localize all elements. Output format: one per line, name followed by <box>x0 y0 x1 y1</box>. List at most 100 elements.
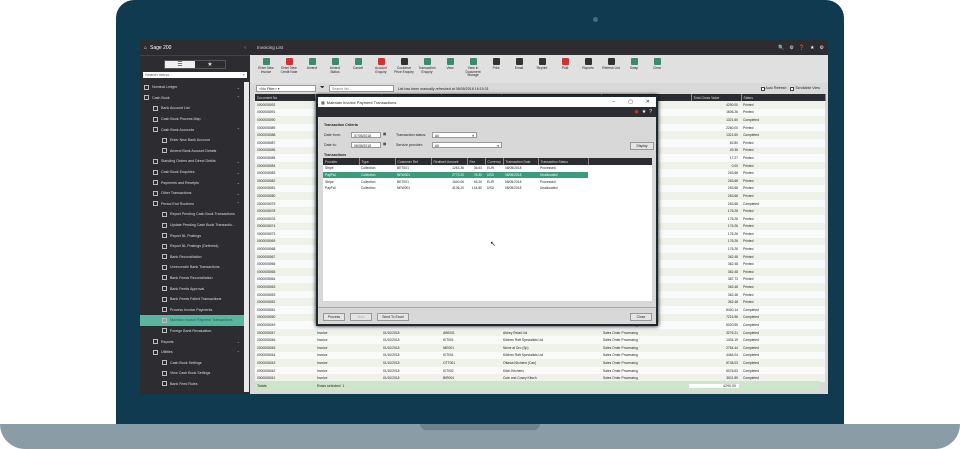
sidebar-item[interactable]: Report Pending Cash Book Transactions <box>140 209 244 220</box>
sidebar-item[interactable]: Maintain Invoice Payment Transactions <box>140 315 244 326</box>
minimize-button[interactable]: – <box>612 99 615 105</box>
table-row[interactable]: 0000008046 Invoice 01/10/2018 KIT001 Kitchen… <box>255 336 825 344</box>
help-icon[interactable]: ? <box>649 109 652 115</box>
chevron-icon[interactable]: ⌄ <box>237 191 244 196</box>
table-row[interactable]: 0000008042 Invoice 01/10/2018 KIT002 Kitch K… <box>255 366 825 375</box>
sidebar-item[interactable]: Cash Book ⌃ <box>140 93 244 104</box>
grid-header[interactable]: Provider <box>323 158 360 165</box>
filter-select[interactable]: <No Filter> ▾ <box>256 85 316 92</box>
column-header[interactable]: Status <box>741 94 826 101</box>
process-button[interactable]: Process <box>323 313 345 321</box>
collapse-sidebar-button[interactable]: ‹ <box>244 45 246 51</box>
toolbar-button[interactable]: Email <box>509 58 529 83</box>
sidebar-item[interactable]: Bank Feeds Failed Transactions <box>140 294 244 305</box>
sidebar-item[interactable]: Nominal Ledger ⌄ <box>140 82 244 93</box>
sidebar-item[interactable]: Update Pending Cash Book Transactio... <box>140 220 244 231</box>
toolbar-button[interactable]: Reprint <box>532 58 552 83</box>
maximize-button[interactable]: ▢ <box>628 99 633 105</box>
table-row[interactable]: 0000008043 Invoice 01/10/2018 OTT001 Ottawa … <box>255 359 825 367</box>
grid-header[interactable]: Customer Ref <box>395 158 432 165</box>
toolbar-button[interactable]: Refresh List <box>601 58 621 83</box>
grid-header[interactable]: Realised Amount <box>431 158 468 165</box>
sidebar-item[interactable]: Other Transactions ⌄ <box>140 188 244 199</box>
chevron-icon[interactable]: ⌄ <box>237 170 244 175</box>
transaction-row[interactable]: Stripe Collection BET001 1640.06 46.20 EUR 08/… <box>323 178 588 186</box>
grid-header[interactable]: Transaction Date <box>503 158 539 165</box>
close-window-button[interactable]: ✕ <box>646 99 650 105</box>
chevron-icon[interactable]: ⌃ <box>237 350 244 355</box>
toolbar-button[interactable]: Swap <box>624 58 644 83</box>
filter-icon[interactable]: ⏷ <box>320 85 325 92</box>
toolbar-button[interactable]: Print <box>486 58 506 83</box>
chevron-icon[interactable]: ⌄ <box>237 159 244 164</box>
calendar-icon[interactable]: ▦ <box>383 132 386 136</box>
view-button[interactable]: View <box>350 313 372 321</box>
toolbar-button[interactable]: Account Enquiry <box>371 58 391 83</box>
scrollable-view-checkbox[interactable]: Scrollable View <box>790 86 828 91</box>
tab-menu[interactable]: ☰ <box>165 61 195 68</box>
sidebar-item[interactable]: View Cash Book Settings <box>140 368 244 379</box>
sidebar-item[interactable]: Enter New Bank Account <box>140 135 244 146</box>
sidebar-item[interactable]: Process Invoice Payments <box>140 304 244 315</box>
toolbar-button[interactable]: Clear <box>647 58 667 83</box>
toolbar-button[interactable]: Transaction Enquiry <box>417 58 437 83</box>
settings-icon[interactable]: ⚙ <box>789 45 793 51</box>
search-menu-input[interactable]: Search menu... ⌕ <box>143 72 247 78</box>
table-row[interactable]: 0000008045 Invoice 01/10/2018 NIE001 Nieve a… <box>255 344 825 352</box>
tab-favourites[interactable]: ★ <box>195 61 225 68</box>
sidebar-item[interactable]: Bank Account List <box>140 103 244 114</box>
grid-header[interactable]: Type <box>359 158 396 165</box>
auto-refresh-checkbox[interactable]: Auto Refresh <box>760 86 786 91</box>
list-search-input[interactable]: Search list... <box>328 85 394 92</box>
display-button[interactable]: Display <box>630 142 654 150</box>
transaction-status-select[interactable]: All ▾ <box>432 132 477 138</box>
transaction-row[interactable]: PayPal Collection NEW001 2773.20 76.30 USD 08/… <box>323 171 588 179</box>
help-icon[interactable]: ❓ <box>799 45 805 51</box>
sidebar-item[interactable]: Foreign Bank Revaluation <box>140 326 244 337</box>
sidebar-item[interactable]: Bank Feed Rules <box>140 379 244 390</box>
sidebar-item[interactable]: Period End Routines ⌃ <box>140 199 244 210</box>
sidebar-item[interactable]: Standing Orders and Direct Debits ⌄ <box>140 156 244 167</box>
table-row[interactable]: 0000008047 Invoice 01/10/2018 AB0001 Abbey R… <box>255 328 825 337</box>
sidebar-item[interactable]: Amend Bank Account Details <box>140 146 244 157</box>
table-row[interactable]: 0000008044 Invoice 01/10/2018 KIT001 Kitchen… <box>255 351 825 360</box>
service-provider-select[interactable]: All ▾ <box>432 142 502 148</box>
column-header[interactable]: Total Gross Value <box>691 94 742 101</box>
favourite-icon[interactable]: ★ <box>810 45 814 51</box>
chevron-icon[interactable]: ⌃ <box>237 95 244 100</box>
chevron-icon[interactable]: ⌃ <box>237 201 244 206</box>
sidebar-item[interactable]: Report NL Postings <box>140 230 244 241</box>
close-button[interactable]: Close <box>630 313 652 321</box>
sidebar-item[interactable]: Bank Feeds Approval <box>140 283 244 294</box>
date-from-input[interactable]: 07/05/2018 <box>351 132 381 138</box>
sage-icon[interactable]: ◉ <box>634 109 638 115</box>
sidebar-item[interactable]: Cash Book Process Map <box>140 114 244 125</box>
date-to-input[interactable]: 08/05/2018 <box>351 142 381 148</box>
sidebar-item[interactable]: Bank Reconciliation <box>140 252 244 263</box>
sidebar-item[interactable]: Report NL Postings (Deferred) <box>140 241 244 252</box>
toolbar-button[interactable]: Amend Status <box>325 58 345 83</box>
toolbar-button[interactable]: View in Document Storage <box>463 58 483 83</box>
sidebar-item[interactable]: Cash Book Accounts ⌃ <box>140 124 244 135</box>
toolbar-button[interactable]: Cancel <box>348 58 368 83</box>
chevron-icon[interactable]: ⌃ <box>237 127 244 132</box>
sidebar-item[interactable]: Utilities ⌃ <box>140 347 244 358</box>
sidebar-item[interactable]: Cash Book Settings <box>140 357 244 368</box>
send-to-excel-button[interactable]: Send To Excel <box>377 313 409 321</box>
home-icon[interactable]: ⌂ <box>144 45 147 51</box>
sidebar-item[interactable]: Unreconcile Bank Transactions <box>140 262 244 273</box>
chevron-icon[interactable]: ⌄ <box>237 339 244 344</box>
sidebar-item[interactable]: Reports ⌄ <box>140 336 244 347</box>
grid-header[interactable]: Transaction Status <box>538 158 589 165</box>
grid-header[interactable]: Fee <box>467 158 486 165</box>
toolbar-button[interactable]: View <box>440 58 460 83</box>
toolbar-button[interactable]: Reports <box>578 58 598 83</box>
toolbar-button[interactable]: Post <box>555 58 575 83</box>
toolbar-button[interactable]: Enter New Credit Note <box>279 58 299 83</box>
chevron-icon[interactable]: ⌄ <box>237 85 244 90</box>
favourite-icon[interactable]: ★ <box>642 109 646 115</box>
sidebar-item[interactable]: Cash Book Enquiries ⌄ <box>140 167 244 178</box>
sidebar-scrollbar[interactable] <box>244 82 249 392</box>
calendar-icon[interactable]: ▦ <box>383 142 386 146</box>
toolbar-button[interactable]: Amend <box>302 58 322 83</box>
